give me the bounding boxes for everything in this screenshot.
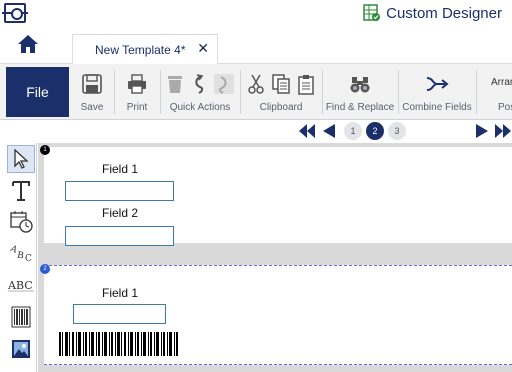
find-replace-button[interactable]: Find & Replace <box>324 68 396 116</box>
print-label: Print <box>126 102 148 113</box>
clipboard-group: Clipboard <box>242 68 320 116</box>
ribbon: File Save Print Quick Actions Clipboard … <box>0 64 512 120</box>
print-icon <box>128 74 146 94</box>
title-bar: Custom Designer <box>0 0 512 30</box>
design-canvas: 1 Field 1 Field 2 2 Field 1 <box>38 143 512 372</box>
first-page-icon[interactable] <box>298 123 316 139</box>
copy-icon[interactable] <box>271 73 291 95</box>
home-icon <box>18 35 38 53</box>
label-card-1[interactable]: 1 Field 1 Field 2 <box>40 145 512 246</box>
previous-page-icon[interactable] <box>322 123 336 139</box>
delete-icon[interactable] <box>165 73 185 95</box>
page-1-button[interactable]: 1 <box>344 122 362 140</box>
field-label: Field 1 <box>102 286 139 300</box>
brand-name: Custom Designer <box>386 4 502 22</box>
ribbon-separator <box>322 70 323 114</box>
next-page-icon[interactable] <box>475 123 489 139</box>
field-box[interactable] <box>73 304 166 324</box>
redo-icon[interactable] <box>213 73 235 95</box>
arrange-label: Arrange <box>491 76 512 88</box>
binoculars-icon <box>350 77 370 93</box>
save-button[interactable]: Save <box>74 68 110 116</box>
page-2-button[interactable]: 2 <box>366 122 384 140</box>
ribbon-separator <box>398 70 399 114</box>
last-page-icon[interactable] <box>494 123 512 139</box>
text-tool[interactable] <box>7 177 35 205</box>
print-button[interactable]: Print <box>118 68 156 116</box>
home-button[interactable] <box>14 32 42 56</box>
curved-text-tool[interactable]: A B C <box>7 239 35 267</box>
spreadsheet-check-icon <box>363 4 381 21</box>
position-label: Position <box>498 102 512 113</box>
ribbon-separator <box>240 70 241 114</box>
tab-new-template[interactable]: New Template 4* ✕ <box>72 34 218 64</box>
curved-text-icon: A B C <box>8 244 32 264</box>
save-label: Save <box>80 102 104 113</box>
cut-icon[interactable] <box>247 73 265 95</box>
ribbon-separator <box>476 70 477 114</box>
paste-icon[interactable] <box>297 73 315 95</box>
combine-fields-button[interactable]: Combine Fields <box>400 68 474 116</box>
clipboard-label: Clipboard <box>259 102 303 113</box>
app-window: Custom Designer New Template 4* ✕ File S… <box>0 0 512 372</box>
pointer-tool[interactable] <box>7 145 35 173</box>
image-icon <box>12 340 30 358</box>
label-card-2[interactable]: 2 Field 1 <box>40 264 512 365</box>
barcode-tool[interactable] <box>7 303 35 331</box>
tab-row: New Template 4* ✕ <box>0 30 512 64</box>
app-logo-icon <box>2 3 28 23</box>
barcode-icon <box>11 306 31 328</box>
date-time-icon <box>10 211 33 233</box>
save-icon <box>82 74 102 94</box>
file-button[interactable]: File <box>6 67 69 117</box>
ribbon-separator <box>114 70 115 114</box>
combine-icon <box>426 77 449 91</box>
field-label: Field 2 <box>102 206 139 220</box>
svg-text:C: C <box>25 254 32 264</box>
page-navigation: 1 2 3 <box>0 120 512 142</box>
field-box[interactable] <box>65 226 174 246</box>
pointer-icon <box>14 148 29 169</box>
barcode-element[interactable] <box>59 332 179 356</box>
quick-actions-group: Quick Actions <box>162 68 238 116</box>
brand: Custom Designer <box>363 4 502 22</box>
date-time-tool[interactable] <box>7 207 35 235</box>
arrange-group[interactable]: Arrange Position <box>478 68 512 116</box>
ribbon-separator <box>160 70 161 114</box>
svg-text:ABC: ABC <box>7 279 33 292</box>
quick-actions-label: Quick Actions <box>169 102 231 113</box>
outlined-text-tool[interactable]: ABC <box>7 271 35 299</box>
combine-fields-label: Combine Fields <box>402 102 472 113</box>
svg-text:B: B <box>16 251 25 262</box>
image-tool[interactable] <box>7 335 35 363</box>
label-badge: 1 <box>40 145 50 155</box>
find-replace-label: Find & Replace <box>325 102 395 113</box>
outlined-text-icon: ABC <box>7 279 34 292</box>
undo-icon[interactable] <box>191 73 207 95</box>
page-3-button[interactable]: 3 <box>388 122 406 140</box>
toolbox: A B C ABC <box>5 143 37 372</box>
tab-title: New Template 4* <box>95 43 186 57</box>
field-box[interactable] <box>65 181 174 201</box>
text-icon <box>12 181 30 201</box>
close-icon[interactable]: ✕ <box>197 40 209 57</box>
label-badge: 2 <box>40 264 50 274</box>
field-label: Field 1 <box>102 162 139 176</box>
